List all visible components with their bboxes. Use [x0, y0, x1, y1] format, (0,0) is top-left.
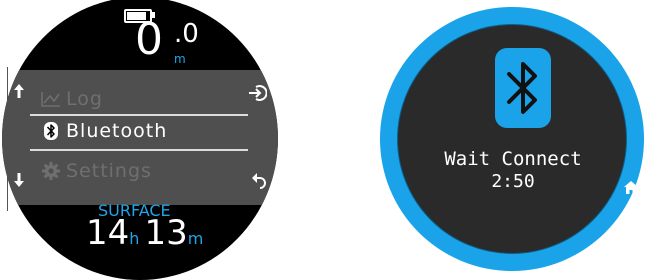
arrow-down-icon[interactable]: [14, 173, 24, 190]
enter-icon[interactable]: [249, 85, 268, 104]
depth-unit: m: [174, 52, 186, 66]
minutes-unit: m: [187, 229, 204, 248]
depth-decimal: .0: [174, 19, 199, 49]
dive-computer-screen-menu: 0 .0 m Log Bluetooth Settings SURFACE 14…: [2, 0, 278, 280]
menu-item-log[interactable]: Log: [40, 86, 103, 112]
home-icon[interactable]: [624, 179, 638, 198]
menu-panel: Log Bluetooth Settings: [2, 70, 278, 205]
log-chart-icon: [40, 91, 62, 107]
surface-minutes: 13: [144, 213, 188, 253]
menu-item-bluetooth[interactable]: Bluetooth: [40, 118, 167, 144]
depth-value: 0: [135, 14, 163, 65]
bluetooth-icon: [495, 48, 551, 128]
arrow-up-icon[interactable]: [14, 84, 24, 101]
menu-divider-top: [30, 114, 248, 116]
dive-computer-screen-bluetooth: Wait Connect 2:50: [380, 7, 644, 271]
menu-item-label: Bluetooth: [66, 120, 168, 142]
countdown-timer: 2:50: [491, 171, 535, 192]
gear-icon: [40, 162, 62, 180]
menu-divider-bottom: [30, 149, 248, 151]
menu-item-settings[interactable]: Settings: [40, 158, 152, 184]
back-arrow-icon[interactable]: [252, 173, 266, 192]
surface-time: 14h 13m: [86, 211, 203, 255]
wait-connect-message: Wait Connect: [444, 148, 582, 170]
hours-unit: h: [129, 229, 140, 248]
bluetooth-icon: [40, 122, 62, 140]
surface-hours: 14: [86, 213, 130, 253]
menu-item-label: Settings: [66, 160, 152, 182]
menu-item-label: Log: [66, 88, 103, 110]
